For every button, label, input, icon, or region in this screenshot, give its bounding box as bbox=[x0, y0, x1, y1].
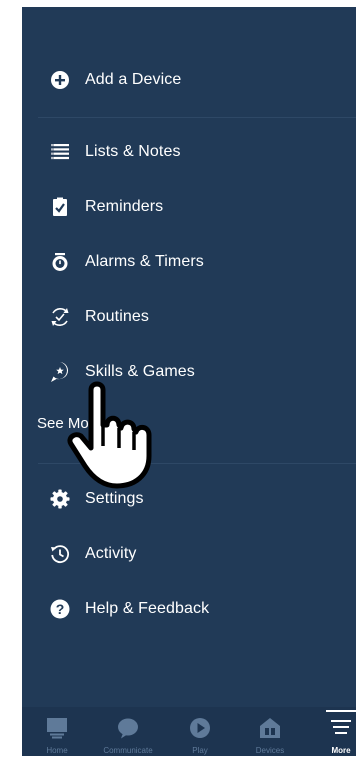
tab-devices[interactable]: Devices bbox=[240, 707, 300, 756]
tab-label: Devices bbox=[255, 746, 285, 755]
divider bbox=[38, 117, 356, 118]
play-icon bbox=[189, 717, 211, 744]
routines-icon bbox=[49, 306, 71, 328]
menu-item-label: Add a Device bbox=[85, 71, 182, 88]
tab-label: Play bbox=[192, 746, 208, 755]
menu-item-reminders[interactable]: Reminders bbox=[22, 187, 356, 227]
menu-item-help-feedback[interactable]: ? Help & Feedback bbox=[22, 589, 356, 629]
menu-item-label: Skills & Games bbox=[85, 363, 195, 380]
home-icon bbox=[46, 717, 68, 744]
tab-label: Home bbox=[46, 746, 68, 755]
help-icon: ? bbox=[49, 598, 71, 620]
tab-play[interactable]: Play bbox=[170, 707, 230, 756]
tab-communicate[interactable]: Communicate bbox=[98, 707, 158, 756]
alarm-clock-icon bbox=[49, 251, 71, 273]
clipboard-check-icon bbox=[49, 196, 71, 218]
devices-icon bbox=[259, 717, 281, 744]
pointer-hand-icon bbox=[67, 381, 152, 489]
menu-item-label: Alarms & Timers bbox=[85, 253, 204, 270]
menu-item-activity[interactable]: Activity bbox=[22, 534, 356, 574]
menu-item-label: Help & Feedback bbox=[85, 600, 210, 617]
menu-item-label: Activity bbox=[85, 545, 137, 562]
tab-more[interactable]: More bbox=[311, 707, 356, 756]
active-tab-indicator bbox=[326, 710, 356, 712]
chat-bubble-icon bbox=[117, 717, 139, 744]
menu-item-lists-notes[interactable]: Lists & Notes bbox=[22, 132, 356, 172]
tab-label: Communicate bbox=[103, 746, 153, 755]
list-icon bbox=[49, 141, 71, 163]
bottom-tab-bar: Home Communicate Play Devices More bbox=[22, 707, 356, 756]
menu-item-alarms-timers[interactable]: Alarms & Timers bbox=[22, 242, 356, 282]
gear-icon bbox=[49, 488, 71, 510]
menu-item-routines[interactable]: Routines bbox=[22, 297, 356, 337]
menu-item-label: Reminders bbox=[85, 198, 164, 215]
history-icon bbox=[49, 543, 71, 565]
plus-circle-icon bbox=[49, 69, 71, 91]
menu-item-label: Lists & Notes bbox=[85, 143, 181, 160]
menu-item-add-device[interactable]: Add a Device bbox=[22, 60, 356, 100]
tab-label: More bbox=[331, 746, 351, 755]
svg-text:?: ? bbox=[56, 601, 65, 617]
menu-item-label: Routines bbox=[85, 308, 149, 325]
menu-lines-icon bbox=[330, 717, 352, 742]
tab-home[interactable]: Home bbox=[27, 707, 87, 756]
menu-item-label: Settings bbox=[85, 490, 144, 507]
